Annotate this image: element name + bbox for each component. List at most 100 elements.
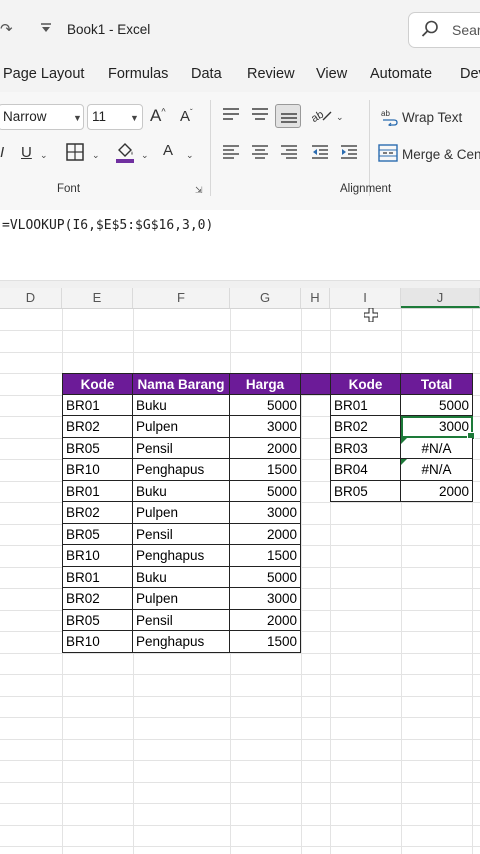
product-table-cell[interactable]: 2000 — [230, 609, 301, 631]
product-table-cell[interactable]: BR05 — [62, 609, 133, 631]
underline-button[interactable]: U — [21, 145, 32, 160]
product-table-cell[interactable]: Pulpen — [133, 416, 230, 438]
product-table-cell[interactable]: Penghapus — [133, 459, 230, 481]
tab-page-layout[interactable]: Page Layout — [3, 66, 84, 82]
product-table-cell[interactable]: 5000 — [230, 566, 301, 588]
redo-icon[interactable]: ↷ — [0, 20, 13, 38]
product-table-cell[interactable]: BR02 — [62, 588, 133, 610]
font-size-select[interactable]: 11 ▼ — [87, 104, 143, 130]
tab-automate[interactable]: Automate — [370, 66, 432, 82]
product-table-cell[interactable]: Penghapus — [133, 631, 230, 653]
product-table-header-cell[interactable]: Kode — [62, 373, 133, 395]
product-table-cell[interactable]: 2000 — [230, 523, 301, 545]
lookup-table-header-cell[interactable]: Kode — [330, 373, 401, 395]
product-table-cell[interactable]: Buku — [133, 480, 230, 502]
column-header-f[interactable]: F — [133, 288, 230, 308]
product-table-cell[interactable]: BR02 — [62, 502, 133, 524]
chevron-down-icon[interactable]: ⌄ — [336, 112, 344, 123]
lookup-table-cell[interactable]: BR02 — [330, 416, 401, 438]
product-table-cell[interactable]: Pensil — [133, 523, 230, 545]
product-table-cell[interactable]: 3000 — [230, 502, 301, 524]
formula-text[interactable]: =VLOOKUP(I6,$E$5:$G$16,3,0) — [2, 218, 213, 233]
dialog-launcher-icon[interactable]: ⇲ — [195, 185, 203, 196]
product-table-cell[interactable]: BR01 — [62, 394, 133, 416]
search-icon[interactable] — [421, 20, 439, 43]
wrap-text-button[interactable]: Wrap Text — [402, 110, 462, 125]
product-table-cell[interactable]: 1500 — [230, 545, 301, 567]
product-table-cell[interactable]: 5000 — [230, 480, 301, 502]
lookup-table-cell[interactable]: BR04 — [330, 459, 401, 481]
cell-cursor-icon — [363, 307, 379, 327]
product-table-cell[interactable]: Pulpen — [133, 588, 230, 610]
column-header-e[interactable]: E — [62, 288, 133, 308]
product-table-header-cell[interactable]: Nama Barang — [133, 373, 230, 395]
lookup-table-header-cell[interactable]: Total — [401, 373, 473, 395]
product-table-cell[interactable]: BR05 — [62, 523, 133, 545]
product-table-cell[interactable]: 3000 — [230, 588, 301, 610]
lookup-table-cell[interactable]: BR01 — [330, 394, 401, 416]
product-table-cell[interactable]: BR10 — [62, 459, 133, 481]
tab-formulas[interactable]: Formulas — [108, 66, 168, 82]
column-header-g[interactable]: G — [230, 288, 301, 308]
tab-developer[interactable]: Dev — [460, 66, 480, 82]
merge-center-button[interactable]: Merge & Cen — [402, 147, 480, 162]
column-header-j[interactable]: J — [401, 288, 480, 308]
product-table-cell[interactable]: 5000 — [230, 394, 301, 416]
tab-view[interactable]: View — [316, 66, 347, 82]
orientation-icon[interactable]: ab — [309, 106, 333, 129]
shrink-font-icon[interactable]: Aˇ — [180, 109, 193, 125]
column-header-d[interactable]: D — [0, 288, 62, 308]
align-bottom-button[interactable] — [275, 104, 301, 128]
column-header-i[interactable]: I — [330, 288, 401, 308]
customize-toolbar-icon[interactable] — [40, 21, 52, 38]
fill-color-icon[interactable] — [115, 141, 135, 168]
tab-review[interactable]: Review — [247, 66, 295, 82]
product-table-cell[interactable]: 1500 — [230, 459, 301, 481]
product-table-cell[interactable]: Penghapus — [133, 545, 230, 567]
align-center-icon[interactable] — [251, 145, 269, 164]
product-table-cell[interactable]: BR05 — [62, 437, 133, 459]
increase-indent-icon[interactable] — [340, 145, 358, 164]
lookup-table-cell[interactable]: BR03 — [330, 437, 401, 459]
lookup-table-cell[interactable]: 2000 — [401, 480, 473, 502]
align-right-icon[interactable] — [280, 145, 298, 164]
align-top-icon[interactable] — [222, 107, 240, 126]
product-table-cell[interactable]: BR01 — [62, 566, 133, 588]
tab-data[interactable]: Data — [191, 66, 222, 82]
chevron-down-icon[interactable]: ⌄ — [40, 150, 48, 161]
column-header-h[interactable]: H — [301, 288, 330, 308]
chevron-down-icon[interactable]: ⌄ — [141, 150, 149, 161]
product-table-cell[interactable]: BR02 — [62, 416, 133, 438]
ribbon-separator — [369, 100, 370, 196]
lookup-table-cell[interactable]: 5000 — [401, 394, 473, 416]
borders-icon[interactable] — [66, 143, 84, 166]
lookup-table-cell[interactable]: #N/A — [401, 459, 473, 481]
product-table-cell[interactable]: Pensil — [133, 437, 230, 459]
product-table-cell[interactable]: 1500 — [230, 631, 301, 653]
merge-center-icon[interactable] — [378, 144, 398, 167]
grid-line — [0, 351, 480, 353]
product-table-cell[interactable]: Buku — [133, 394, 230, 416]
product-table-header-cell[interactable]: Harga — [230, 373, 301, 395]
italic-button[interactable]: I — [0, 145, 4, 160]
lookup-table-cell[interactable]: #N/A — [401, 437, 473, 459]
product-table-cell[interactable]: 2000 — [230, 437, 301, 459]
chevron-down-icon[interactable]: ⌄ — [186, 150, 194, 161]
product-table-cell[interactable]: BR10 — [62, 631, 133, 653]
font-color-icon[interactable]: A — [163, 143, 173, 158]
chevron-down-icon[interactable]: ⌄ — [92, 150, 100, 161]
wrap-text-icon[interactable]: ab — [381, 108, 399, 131]
font-name-select[interactable]: Narrow ▼ — [0, 104, 84, 130]
selected-cell[interactable]: 3000 — [401, 416, 475, 440]
product-table-cell[interactable]: 3000 — [230, 416, 301, 438]
product-table-cell[interactable]: Buku — [133, 566, 230, 588]
grow-font-icon[interactable]: A^ — [150, 107, 166, 124]
product-table-cell[interactable]: Pensil — [133, 609, 230, 631]
product-table-cell[interactable]: Pulpen — [133, 502, 230, 524]
product-table-cell[interactable]: BR01 — [62, 480, 133, 502]
product-table-cell[interactable]: BR10 — [62, 545, 133, 567]
align-middle-icon[interactable] — [251, 107, 269, 126]
decrease-indent-icon[interactable] — [311, 145, 329, 164]
align-left-icon[interactable] — [222, 145, 240, 164]
lookup-table-cell[interactable]: BR05 — [330, 480, 401, 502]
